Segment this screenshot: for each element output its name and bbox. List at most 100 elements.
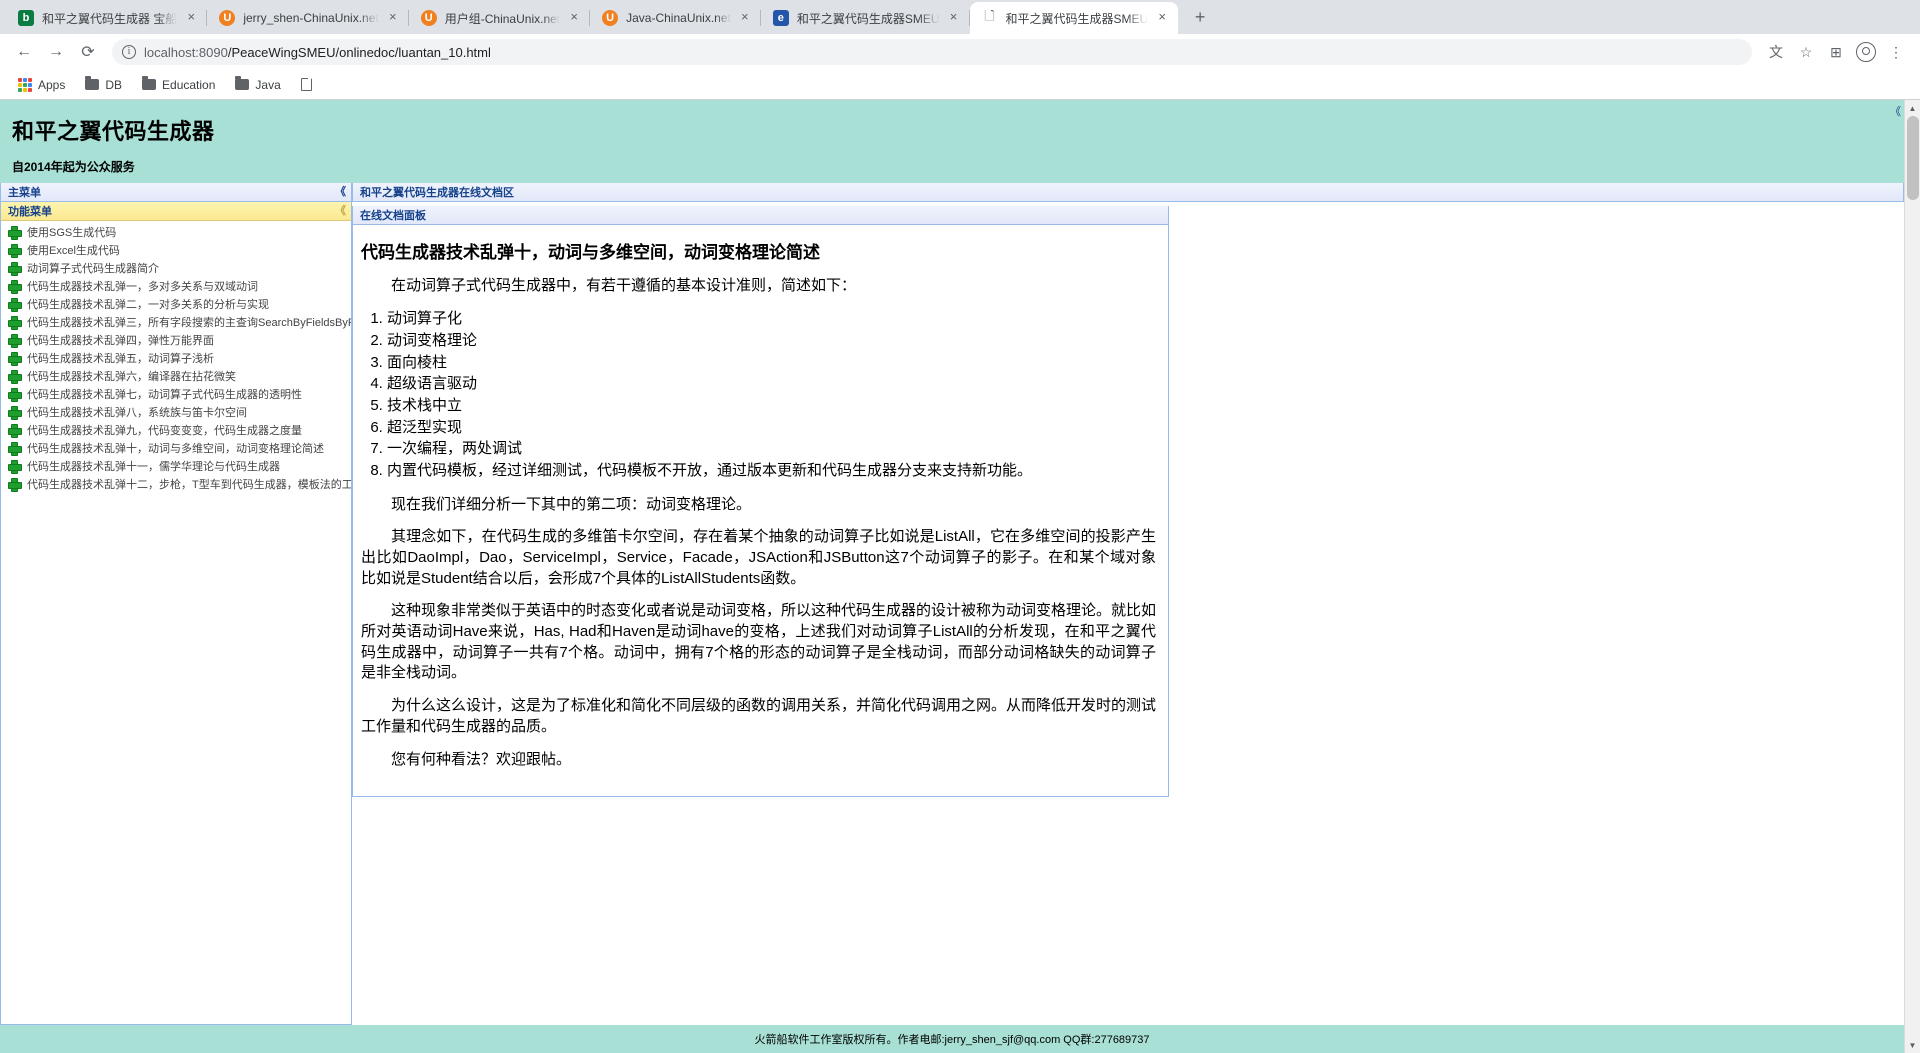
sidebar-item-luantan-5[interactable]: 代码生成器技术乱弹五，动词算子浅析	[1, 349, 351, 367]
plus-cross-icon	[7, 424, 22, 438]
sidebar-item-intro[interactable]: 动词算子式代码生成器简介	[1, 259, 351, 277]
close-icon[interactable]: ×	[383, 8, 403, 28]
sidebar-item-luantan-6[interactable]: 代码生成器技术乱弹六，编译器在拈花微笑	[1, 367, 351, 385]
sidebar-item-luantan-9[interactable]: 代码生成器技术乱弹九，代码变变变，代码生成器之度量	[1, 421, 351, 439]
sidebar-item-label: 代码生成器技术乱弹一，多对多关系与双域动词	[27, 281, 258, 293]
plus-cross-icon	[7, 460, 22, 474]
sidebar-item-luantan-10[interactable]: 代码生成器技术乱弹十，动词与多维空间，动词变格理论简述	[1, 439, 351, 457]
sidebar-item-luantan-2[interactable]: 代码生成器技术乱弹二，一对多关系的分析与实现	[1, 295, 351, 313]
scrollbar-thumb[interactable]	[1906, 116, 1919, 200]
sidebar-item-label: 代码生成器技术乱弹七，动词算子式代码生成器的透明性	[27, 389, 302, 401]
bookmark-label: Apps	[38, 77, 66, 92]
plus-cross-icon	[7, 352, 22, 366]
close-icon[interactable]: ×	[1152, 8, 1172, 28]
sidebar-item-label: 使用Excel生成代码	[27, 245, 120, 257]
close-icon[interactable]: ×	[944, 8, 964, 28]
forward-button[interactable]: →	[42, 38, 70, 66]
url-path: /PeaceWingSMEU/onlinedoc/luantan_10.html	[227, 44, 491, 60]
browser-tab-4[interactable]: U Java-ChinaUnix.net ×	[589, 2, 761, 34]
bookmark-label: Education	[162, 77, 216, 92]
extensions-icon[interactable]: ⊞	[1822, 38, 1850, 66]
sidebar-item-luantan-8[interactable]: 代码生成器技术乱弹八，系统族与笛卡尔空间	[1, 403, 351, 421]
plus-cross-icon	[7, 226, 22, 240]
scroll-up-arrow[interactable]: ▲	[1905, 100, 1920, 116]
back-button[interactable]: ←	[10, 38, 38, 66]
site-footer: 火箭船软件工作室版权所有。作者电邮:jerry_shen_sjf@qq.com …	[0, 1025, 1904, 1053]
content-region-header: 和平之翼代码生成器在线文档区	[352, 183, 1904, 202]
tab-title: 和平之翼代码生成器SMEU	[1005, 11, 1149, 26]
list-item: 动词算子化	[387, 309, 1158, 331]
page-title: 和平之翼代码生成器	[12, 119, 215, 144]
doc-body: 代码生成器技术乱弹十，动词与多维空间，动词变格理论简述 在动词算子式代码生成器中…	[353, 225, 1168, 796]
browser-tab-2[interactable]: U jerry_shen-ChinaUnix.net ×	[206, 2, 408, 34]
sidebar-item-luantan-7[interactable]: 代码生成器技术乱弹七，动词算子式代码生成器的透明性	[1, 385, 351, 403]
profile-avatar-icon[interactable]	[1852, 38, 1880, 66]
sidebar-menu-list: 使用SGS生成代码 使用Excel生成代码 动词算子式代码生成器简介 代码生成器…	[1, 221, 351, 1024]
sidebar-item-luantan-12[interactable]: 代码生成器技术乱弹十二，步枪，T型车到代码生成器，模板法的工业魔术	[1, 475, 351, 493]
main-menu-header[interactable]: 主菜单 《	[1, 183, 351, 202]
sidebar-item-luantan-4[interactable]: 代码生成器技术乱弹四，弹性万能界面	[1, 331, 351, 349]
plus-cross-icon	[7, 370, 22, 384]
page-scrollbar[interactable]: ▲ ▼	[1904, 100, 1920, 1053]
avatar	[1856, 42, 1876, 62]
sidebar-item-label: 代码生成器技术乱弹十二，步枪，T型车到代码生成器，模板法的工业魔术	[27, 479, 351, 491]
scroll-down-arrow[interactable]: ▼	[1905, 1037, 1920, 1053]
translate-icon[interactable]: 文	[1762, 38, 1790, 66]
bookmark-page[interactable]	[293, 75, 320, 94]
bookmark-label: Java	[255, 77, 281, 92]
sidebar-item-luantan-1[interactable]: 代码生成器技术乱弹一，多对多关系与双域动词	[1, 277, 351, 295]
sidebar-item-label: 动词算子式代码生成器简介	[27, 263, 159, 275]
browser-tab-1[interactable]: b 和平之翼代码生成器 宝船 ×	[6, 2, 207, 34]
plus-cross-icon	[7, 262, 22, 276]
tab-title: Java-ChinaUnix.net	[626, 11, 731, 25]
bookmark-apps[interactable]: Apps	[10, 75, 73, 95]
scrollbar-track[interactable]	[1905, 116, 1920, 1037]
browser-tab-5[interactable]: e 和平之翼代码生成器SMEU ×	[759, 2, 970, 34]
browser-tab-6-active[interactable]: 🗋 和平之翼代码生成器SMEU ×	[968, 2, 1179, 34]
bookmark-db[interactable]: DB	[77, 75, 130, 95]
content-region-title: 和平之翼代码生成器在线文档区	[360, 187, 514, 199]
sidebar-item-label: 代码生成器技术乱弹十，动词与多维空间，动词变格理论简述	[27, 443, 324, 455]
close-icon[interactable]: ×	[564, 8, 584, 28]
sidebar-item-label: 代码生成器技术乱弹八，系统族与笛卡尔空间	[27, 407, 247, 419]
sidebar-item-excel[interactable]: 使用Excel生成代码	[1, 241, 351, 259]
site-info-icon[interactable]: i	[122, 45, 136, 59]
browser-tab-3[interactable]: U 用户组-ChinaUnix.net ×	[407, 2, 590, 34]
page-viewport: 和平之翼代码生成器 自2014年起为公众服务 主菜单 《 功能菜单 《 使用SG…	[0, 100, 1920, 1053]
chinaunix-icon: U	[420, 10, 437, 26]
sidebar-item-luantan-3[interactable]: 代码生成器技术乱弹三，所有字段搜索的主查询SearchByFieldsByPag…	[1, 313, 351, 331]
right-collapse-icon[interactable]: 《	[1888, 100, 1903, 122]
new-tab-button[interactable]: +	[1186, 4, 1214, 32]
bookmark-education[interactable]: Education	[134, 75, 223, 95]
document-icon: 🗋	[984, 10, 995, 23]
close-icon[interactable]: ×	[181, 8, 201, 28]
sidebar-item-label: 代码生成器技术乱弹三，所有字段搜索的主查询SearchByFieldsByPag…	[27, 317, 351, 329]
sidebar-item-sgs[interactable]: 使用SGS生成代码	[1, 223, 351, 241]
collapse-icon[interactable]: 《	[335, 186, 346, 198]
tab-title: jerry_shen-ChinaUnix.net	[243, 11, 379, 25]
doc-heading: 代码生成器技术乱弹十，动词与多维空间，动词变格理论简述	[361, 243, 820, 262]
doc-principles-list: 动词算子化 动词变格理论 面向棱柱 超级语言驱动 技术栈中立 超泛型实现 一次编…	[357, 309, 1158, 483]
reload-button[interactable]: ⟳	[74, 38, 102, 66]
doc-panel-title: 在线文档面板	[360, 210, 426, 222]
list-item: 技术栈中立	[387, 396, 1158, 418]
address-bar[interactable]: i localhost:8090/PeaceWingSMEU/onlinedoc…	[112, 39, 1752, 65]
plus-cross-icon	[7, 406, 22, 420]
doc-paragraph-2: 其理念如下，在代码生成的多维笛卡尔空间，存在着某个抽象的动词算子比如说是List…	[361, 528, 1156, 587]
function-menu-header[interactable]: 功能菜单 《	[1, 202, 351, 221]
function-menu-title: 功能菜单	[8, 206, 52, 218]
plus-cross-icon	[7, 442, 22, 456]
bookmark-java[interactable]: Java	[227, 75, 288, 95]
sidebar-item-luantan-11[interactable]: 代码生成器技术乱弹十一，儒学华理论与代码生成器	[1, 457, 351, 475]
close-icon[interactable]: ×	[735, 8, 755, 28]
sidebar-item-label: 代码生成器技术乱弹五，动词算子浅析	[27, 353, 214, 365]
list-item: 动词变格理论	[387, 331, 1158, 353]
doc-paragraph-5: 您有何种看法？欢迎跟帖。	[391, 750, 572, 768]
collapse-icon[interactable]: 《	[335, 205, 346, 217]
sidebar-item-label: 代码生成器技术乱弹二，一对多关系的分析与实现	[27, 299, 269, 311]
tab-title: 用户组-ChinaUnix.net	[444, 11, 561, 26]
bookmark-star-icon[interactable]: ☆	[1792, 38, 1820, 66]
chrome-menu-icon[interactable]: ⋮	[1882, 38, 1910, 66]
plus-cross-icon	[7, 388, 22, 402]
